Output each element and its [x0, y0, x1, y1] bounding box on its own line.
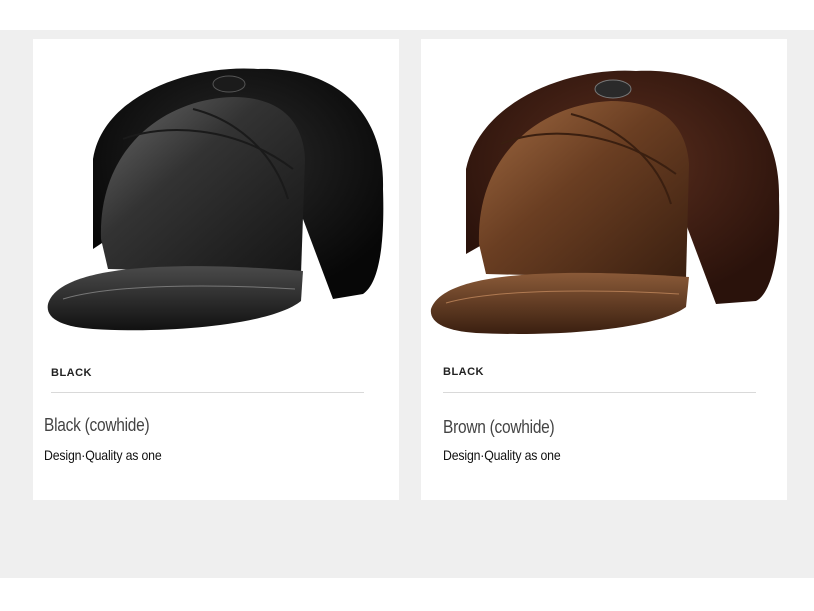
hat-illustration: [430, 70, 780, 334]
product-card-brown[interactable]: BLACK Brown (cowhide) Design·Quality as …: [421, 39, 787, 500]
divider: [443, 392, 756, 393]
product-name[interactable]: Brown (cowhide): [443, 417, 555, 438]
color-tag: BLACK: [51, 367, 92, 379]
product-card-black[interactable]: BLACK Black (cowhide) Design·Quality as …: [33, 39, 399, 500]
divider: [51, 392, 364, 393]
product-tagline: Design·Quality as one: [443, 447, 561, 463]
product-image-black-hat[interactable]: [33, 39, 399, 379]
product-name[interactable]: Black (cowhide): [44, 415, 150, 436]
color-tag: BLACK: [443, 366, 484, 378]
product-image-brown-hat[interactable]: [421, 39, 787, 379]
hat-illustration: [47, 68, 384, 331]
product-tagline: Design·Quality as one: [44, 447, 162, 463]
